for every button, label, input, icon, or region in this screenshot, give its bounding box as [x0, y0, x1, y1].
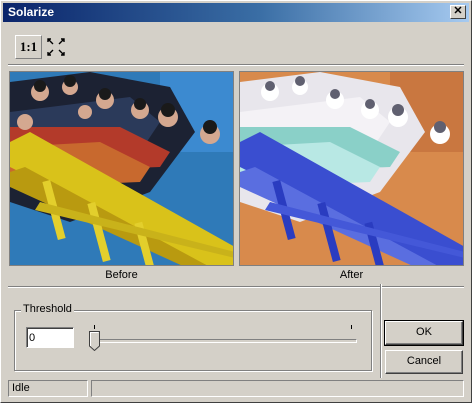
close-button[interactable]: ✕ [450, 5, 466, 19]
status-text: Idle [8, 380, 88, 397]
preview-separator [8, 286, 464, 288]
status-panel [91, 380, 464, 397]
ok-button[interactable]: OK [384, 320, 464, 346]
threshold-group-label: Threshold [21, 303, 74, 315]
after-preview-image [239, 71, 464, 266]
fit-to-window-button[interactable] [45, 35, 67, 59]
before-preview-image [9, 71, 234, 266]
after-caption: After [339, 269, 364, 281]
threshold-slider-track[interactable] [93, 339, 357, 343]
title-bar[interactable]: Solarize ✕ [3, 3, 469, 22]
actual-size-button[interactable]: 1:1 [15, 35, 42, 59]
button-separator [380, 284, 382, 378]
toolbar-separator [8, 64, 464, 66]
close-icon: ✕ [453, 5, 463, 17]
slider-tick-max [351, 325, 352, 329]
threshold-value-input[interactable] [26, 327, 74, 348]
solarize-dialog: Solarize ✕ 1:1 Before After Threshold 0 … [0, 0, 472, 403]
cancel-button[interactable]: Cancel [385, 350, 463, 374]
window-title: Solarize [8, 5, 55, 19]
slider-tick-min [94, 325, 95, 329]
fit-to-window-icon [47, 38, 65, 56]
threshold-slider-thumb[interactable] [89, 331, 100, 351]
before-caption: Before [105, 269, 138, 281]
